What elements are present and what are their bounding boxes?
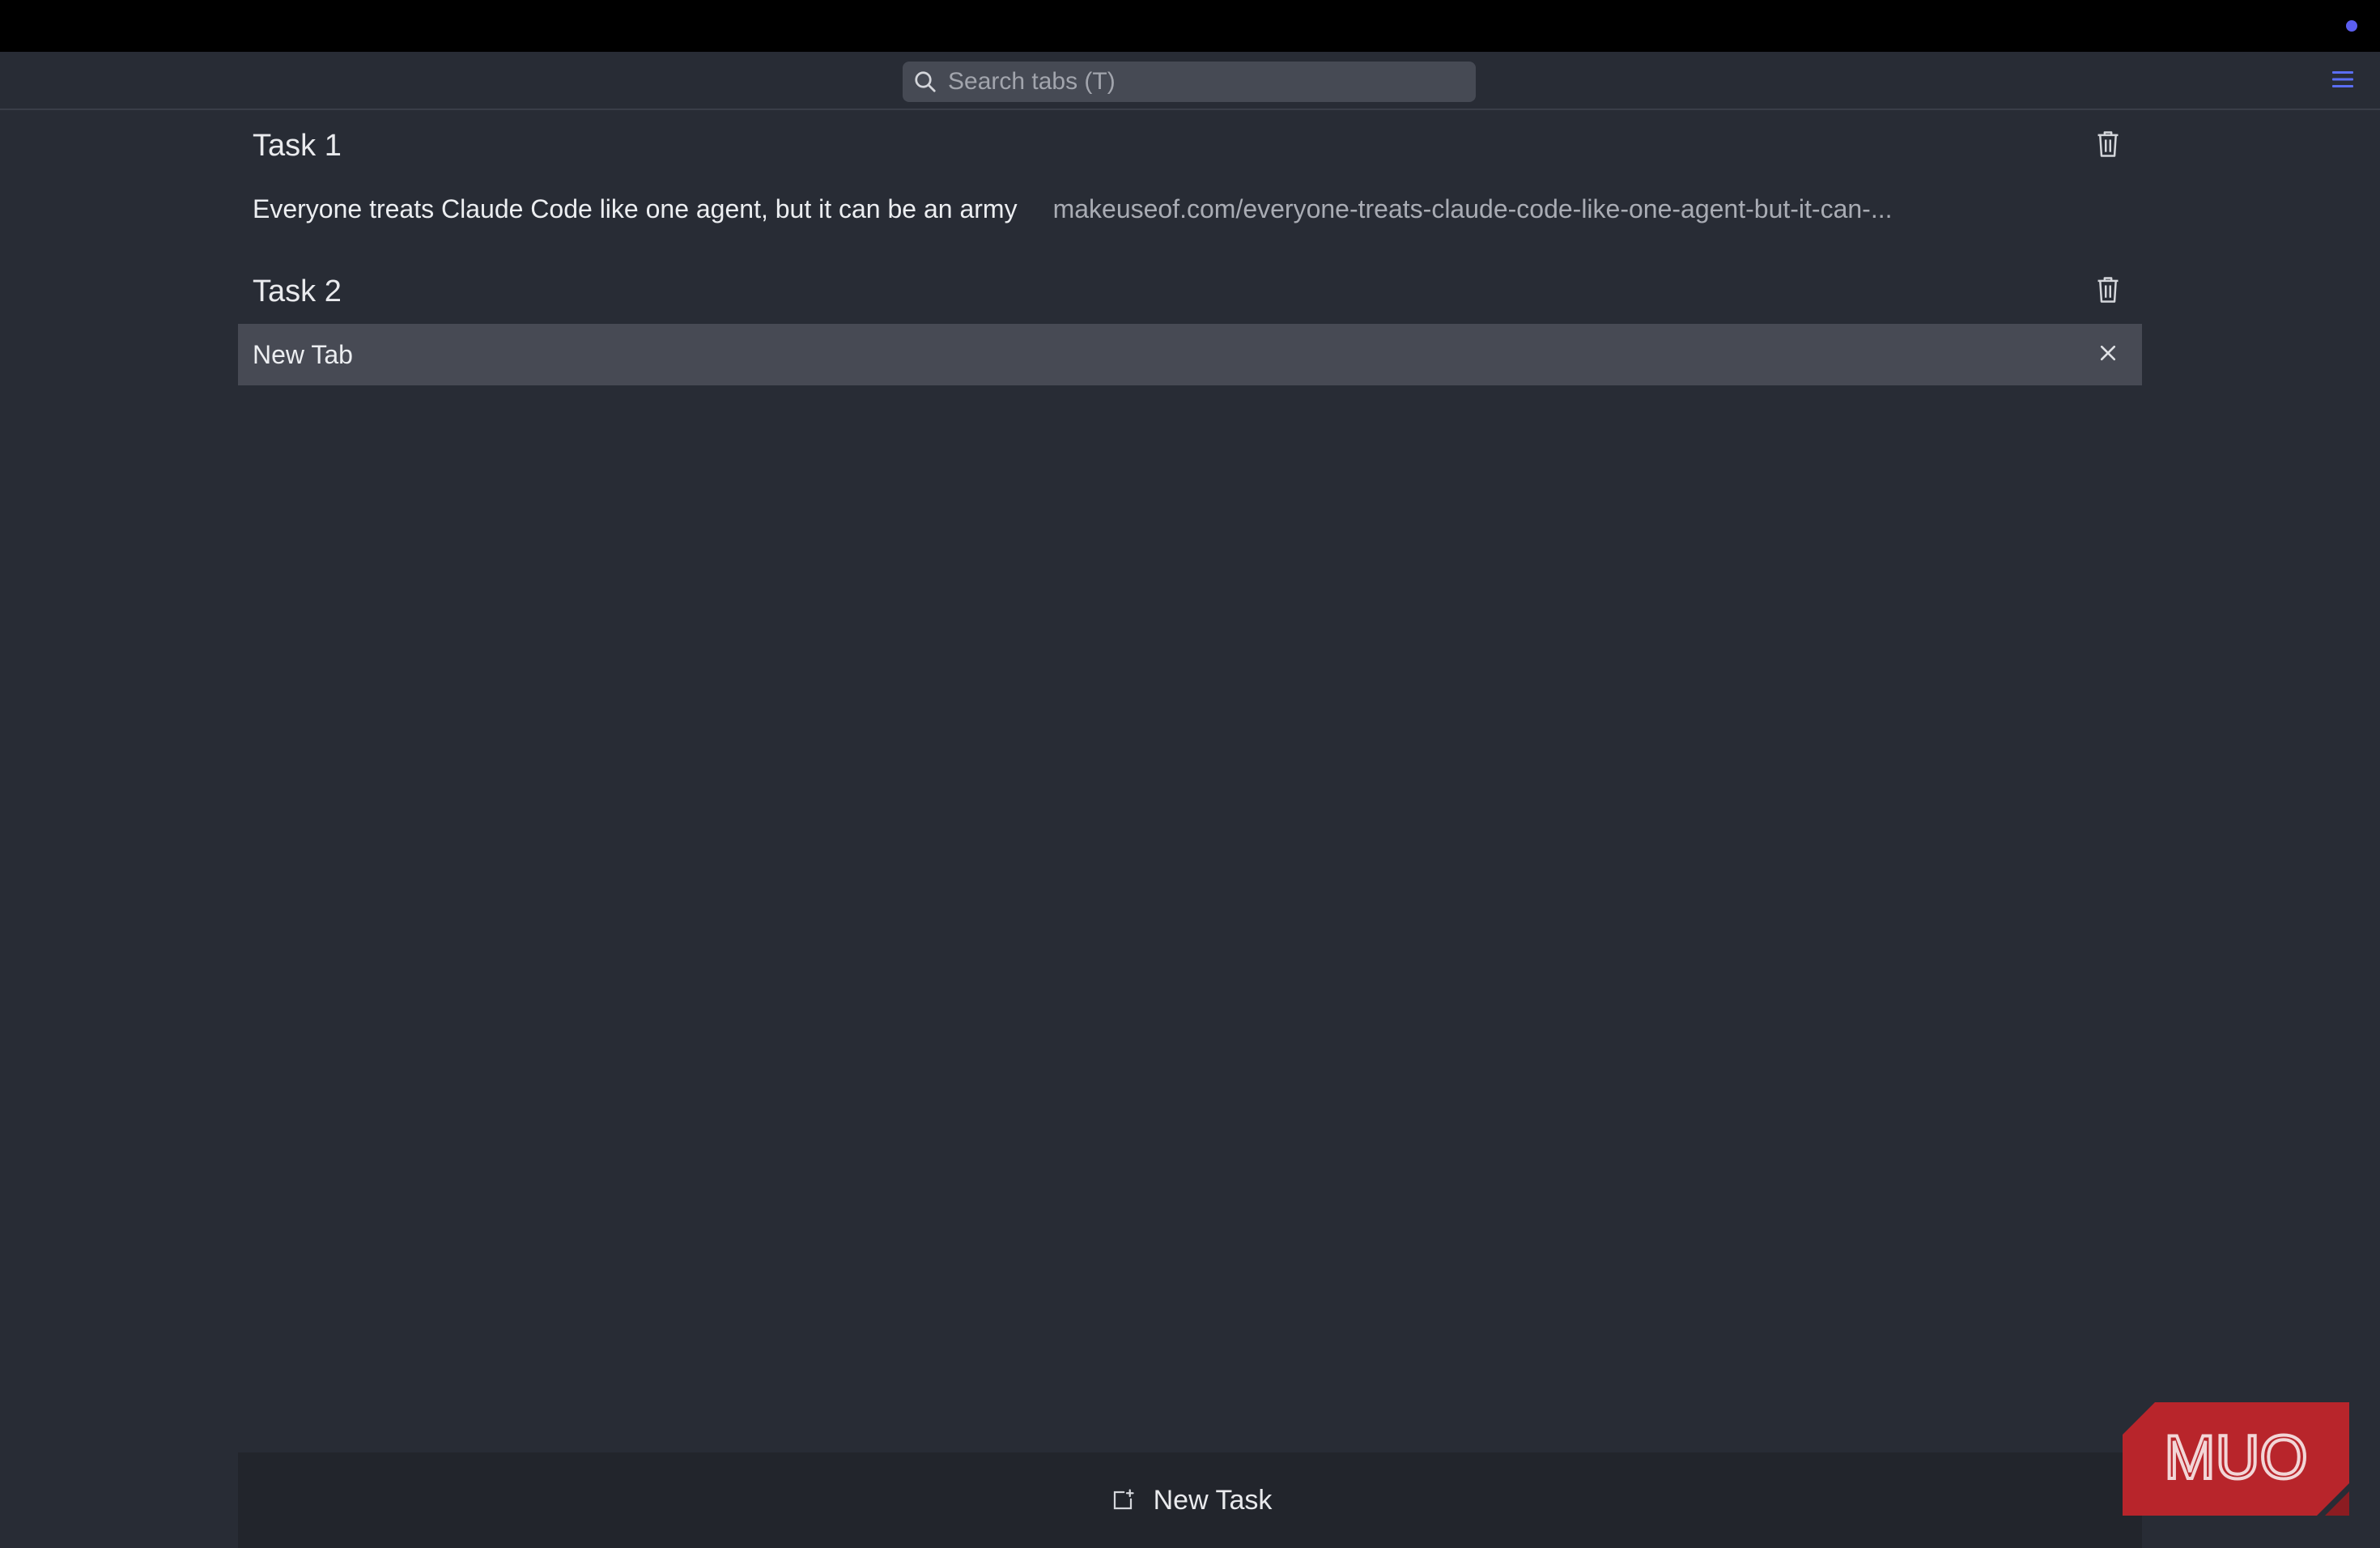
muo-logo: MUO: [2123, 1402, 2349, 1516]
trash-icon: [2094, 130, 2122, 163]
close-tab-button[interactable]: [2090, 337, 2126, 372]
task-header: Task 1: [238, 113, 2142, 178]
trash-icon: [2094, 275, 2122, 308]
menu-button[interactable]: [2328, 66, 2357, 96]
search-icon: [911, 67, 940, 96]
new-task-label: New Task: [1153, 1484, 1273, 1516]
status-dot: [2346, 20, 2357, 32]
search-input[interactable]: [940, 62, 1476, 102]
new-task-icon: [1108, 1486, 1137, 1515]
tab-title: New Tab: [253, 339, 353, 369]
task-group-1: Task 1 Everyone treats Claude Code like …: [238, 113, 2142, 240]
delete-task-button[interactable]: [2090, 128, 2126, 164]
close-icon: [2097, 342, 2119, 368]
tab-row-selected[interactable]: New Tab: [238, 324, 2142, 385]
tab-url: makeuseof.com/everyone-treats-claude-cod…: [1052, 194, 1893, 223]
task-group-2: Task 2 New Tab: [238, 259, 2142, 385]
header: [0, 52, 2380, 110]
hamburger-menu-icon: [2331, 69, 2355, 94]
search-bar[interactable]: [903, 62, 1476, 102]
top-bar: [0, 0, 2380, 52]
tab-title: Everyone treats Claude Code like one age…: [253, 194, 1018, 223]
new-task-button[interactable]: New Task: [238, 1452, 2142, 1548]
task-list: Task 1 Everyone treats Claude Code like …: [238, 113, 2142, 385]
task-header: Task 2: [238, 259, 2142, 324]
watermark-text: MUO: [2164, 1423, 2307, 1492]
delete-task-button[interactable]: [2090, 274, 2126, 309]
task-title[interactable]: Task 1: [253, 129, 342, 164]
tab-row[interactable]: Everyone treats Claude Code like one age…: [238, 178, 2142, 240]
task-title[interactable]: Task 2: [253, 274, 342, 309]
